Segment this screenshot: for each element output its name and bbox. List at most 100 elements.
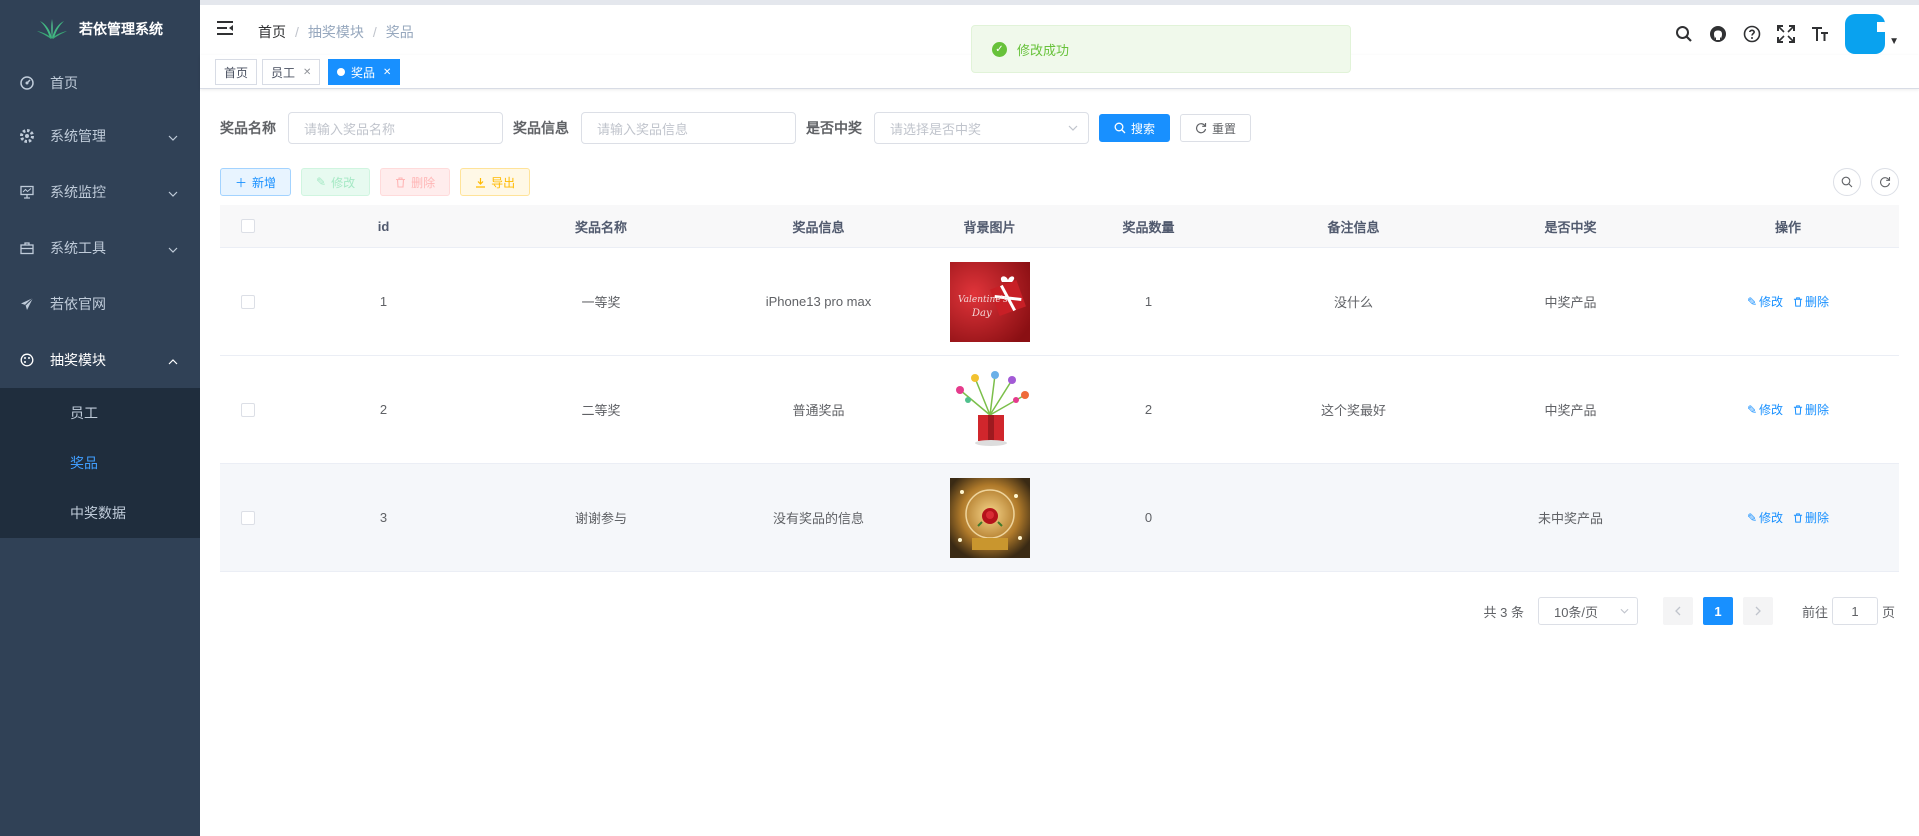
main-area: 首页 / 抽奖模块 / 奖品 ▼ 首页 员工 ✕ 奖品 ✕ ✓ 修改成功 奖品名… [200, 0, 1919, 836]
row-checkbox[interactable] [240, 510, 255, 525]
right-menu: ▼ [1667, 14, 1899, 54]
page-size-select[interactable]: 10条/页 [1537, 597, 1638, 625]
add-button-label: 新增 [252, 175, 277, 190]
cell-is-win: 中奖产品 [1544, 403, 1597, 418]
prize-info-label: 奖品信息 [513, 120, 569, 136]
table-row: 1 一等奖 iPhone13 pro max Valentine's Day 1… [220, 248, 1899, 356]
search-icon [1114, 122, 1126, 134]
cell-prize-name: 一等奖 [581, 295, 621, 310]
row-edit-link[interactable]: ✎ 修改 [1747, 293, 1783, 310]
snow-globe-rose-image[interactable] [949, 477, 1030, 558]
edit-icon: ✎ [1746, 402, 1758, 417]
check-circle-icon: ✓ [992, 41, 1007, 57]
sidebar-subitem-employee[interactable]: 员工 [0, 388, 200, 438]
sidebar-subitem-winning-data[interactable]: 中奖数据 [0, 488, 200, 538]
goto-page-input[interactable]: 1 [1831, 597, 1878, 625]
paper-plane-icon [20, 297, 34, 311]
sidebar-item-label: 系统监控 [50, 184, 106, 200]
sidebar-item-label: 首页 [50, 75, 78, 91]
table-header: id 奖品名称 奖品信息 背景图片 奖品数量 备注信息 是否中奖 操作 [220, 205, 1899, 248]
cell-operations: ✎ 修改 删除 [1679, 509, 1897, 526]
row-edit-label: 修改 [1759, 403, 1784, 417]
delete-button[interactable]: 删除 [380, 168, 451, 196]
cell-prize-count: 1 [1144, 294, 1153, 309]
export-button[interactable]: 导出 [460, 168, 531, 196]
search-icon[interactable] [1667, 17, 1701, 51]
caret-down-icon[interactable]: ▼ [1889, 36, 1899, 47]
header-operations: 操作 [1774, 219, 1801, 235]
trash-icon [1793, 512, 1803, 523]
header-id: id [377, 218, 390, 234]
tag-prize[interactable]: 奖品 ✕ [328, 59, 401, 85]
plus-icon: ＋ [235, 175, 248, 190]
is-win-select[interactable]: 请选择是否中奖 [874, 112, 1089, 144]
breadcrumb-home[interactable]: 首页 [258, 22, 286, 42]
font-size-icon[interactable] [1803, 17, 1837, 51]
sidebar-item-system[interactable]: 系统管理 [0, 108, 200, 164]
tag-employee[interactable]: 员工 ✕ [262, 59, 321, 85]
sidebar-item-website[interactable]: 若依官网 [0, 276, 200, 332]
row-edit-link[interactable]: ✎ 修改 [1747, 509, 1783, 526]
header-prize-info: 奖品信息 [792, 219, 845, 235]
lottery-submenu: 员工 奖品 中奖数据 [0, 388, 200, 538]
sidebar-subitem-prize[interactable]: 奖品 [0, 438, 200, 488]
github-icon[interactable] [1701, 17, 1735, 51]
sidebar-item-label: 系统工具 [50, 240, 106, 256]
search-button[interactable]: 搜索 [1099, 114, 1171, 142]
breadcrumb-separator: / [372, 24, 377, 40]
prev-page-button[interactable] [1662, 597, 1693, 625]
sidebar-item-monitor[interactable]: 系统监控 [0, 164, 200, 220]
sidebar-item-lottery[interactable]: 抽奖模块 [0, 332, 200, 388]
hamburger-icon[interactable] [216, 20, 234, 38]
breadcrumb-prize: 奖品 [385, 24, 414, 40]
prize-name-placeholder: 请输入奖品名称 [304, 121, 396, 137]
logo-icon [37, 19, 67, 39]
sidebar-item-label: 系统管理 [50, 128, 106, 144]
cell-id: 2 [379, 402, 388, 417]
question-icon[interactable] [1735, 17, 1769, 51]
logo[interactable]: 若依管理系统 [0, 0, 200, 58]
row-checkbox[interactable] [240, 402, 255, 417]
download-icon [476, 177, 486, 188]
chevron-down-icon [1620, 606, 1629, 616]
export-button-label: 导出 [491, 175, 516, 190]
tag-home[interactable]: 首页 [215, 59, 258, 85]
close-icon[interactable]: ✕ [303, 67, 311, 78]
refresh-button[interactable] [1871, 168, 1899, 196]
edit-icon: ✎ [1746, 294, 1758, 309]
fullscreen-icon[interactable] [1769, 17, 1803, 51]
add-button[interactable]: ＋ 新增 [220, 168, 292, 196]
row-delete-label: 删除 [1805, 403, 1830, 417]
success-toast: ✓ 修改成功 [971, 25, 1351, 73]
sidebar-item-tools[interactable]: 系统工具 [0, 220, 200, 276]
row-delete-link[interactable]: 删除 [1793, 509, 1829, 526]
row-checkbox[interactable] [240, 294, 255, 309]
cell-bg-image: Valentine's Day [927, 261, 1052, 342]
cell-operations: ✎ 修改 删除 [1679, 401, 1897, 418]
is-win-label: 是否中奖 [806, 120, 862, 136]
trash-icon [1793, 296, 1803, 307]
row-select-cell [220, 294, 275, 309]
prize-name-input[interactable]: 请输入奖品名称 [288, 112, 503, 144]
row-delete-label: 删除 [1805, 511, 1830, 525]
reset-button[interactable]: 重置 [1180, 114, 1252, 142]
edit-button[interactable]: ✎ 修改 [301, 168, 371, 196]
page-number[interactable]: 1 [1702, 597, 1733, 625]
red-gift-box-image[interactable]: Valentine's Day [949, 261, 1030, 342]
toggle-search-button[interactable] [1833, 168, 1861, 196]
avatar[interactable] [1845, 14, 1886, 54]
table-row: 3 谢谢参与 没有奖品的信息 0 未中奖产品 ✎ 修改 删除 [220, 464, 1899, 572]
row-delete-link[interactable]: 删除 [1793, 293, 1829, 310]
row-edit-link[interactable]: ✎ 修改 [1747, 401, 1783, 418]
pagination-total: 共 3 条 [1483, 604, 1524, 620]
sidebar-item-home[interactable]: 首页 [0, 58, 200, 108]
select-all-checkbox[interactable] [240, 219, 255, 233]
close-icon[interactable]: ✕ [383, 67, 391, 78]
header-prize-count: 奖品数量 [1122, 219, 1175, 235]
next-page-button[interactable] [1742, 597, 1773, 625]
gift-with-flowers-image[interactable] [949, 369, 1030, 450]
prize-info-input[interactable]: 请输入奖品信息 [581, 112, 796, 144]
chevron-right-icon [1755, 606, 1761, 616]
cell-remark: 没什么 [1333, 295, 1373, 310]
row-delete-link[interactable]: 删除 [1793, 401, 1829, 418]
